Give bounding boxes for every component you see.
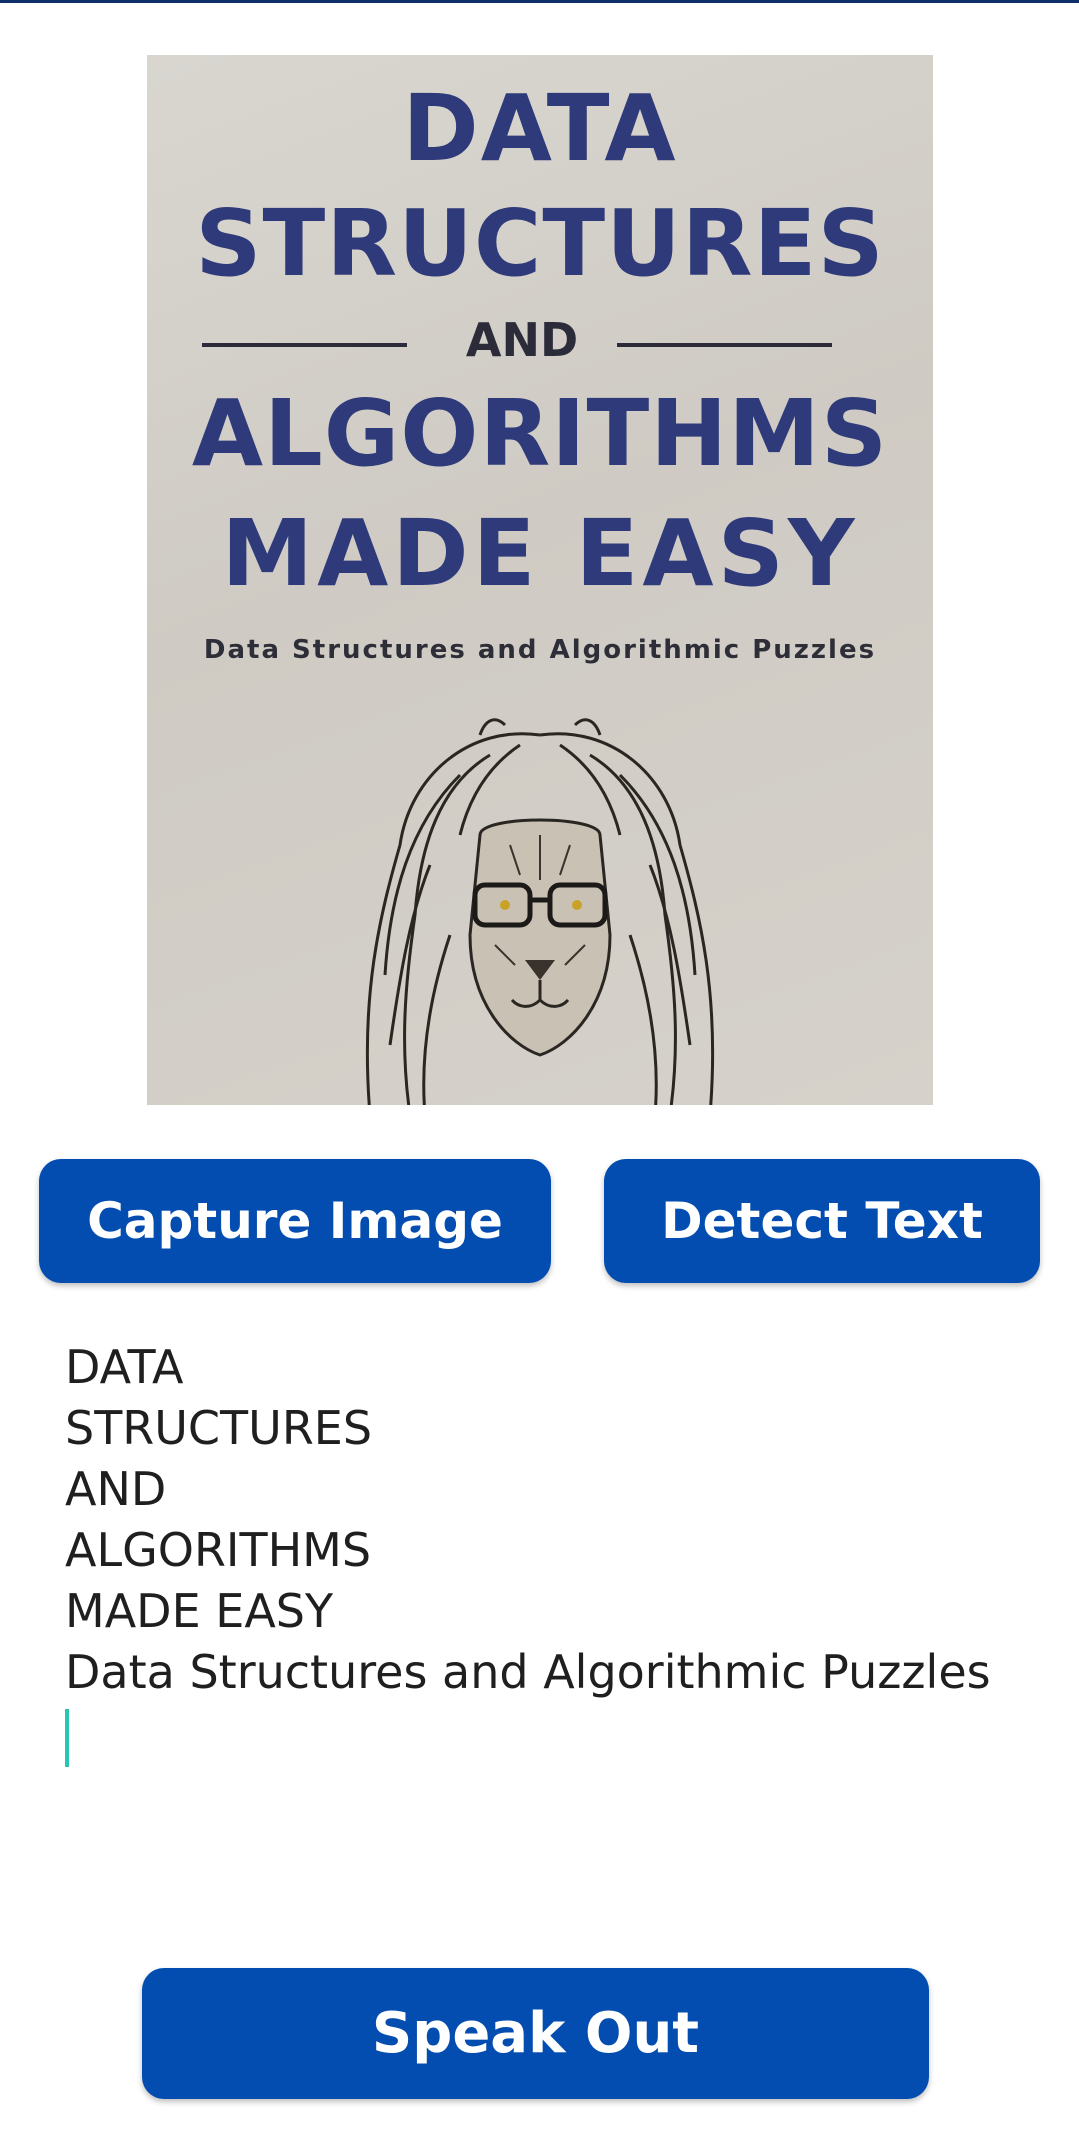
text-cursor xyxy=(65,1709,69,1767)
detected-text-line: MADE EASY xyxy=(65,1584,334,1638)
top-status-bar xyxy=(0,0,1079,3)
cover-title-line-2: STRUCTURES xyxy=(195,190,885,297)
cover-subtitle: Data Structures and Algorithmic Puzzles xyxy=(203,635,877,665)
detected-text-line: DATA xyxy=(65,1340,184,1394)
speak-out-button[interactable]: Speak Out xyxy=(142,1968,929,2099)
cover-title-line-1: DATA xyxy=(402,75,678,182)
cover-and-row: AND xyxy=(147,313,933,373)
detected-text-field[interactable]: DATA STRUCTURES AND ALGORITHMS MADE EASY… xyxy=(65,1337,1025,1797)
cover-divider-right xyxy=(617,343,832,347)
cover-divider-left xyxy=(202,343,407,347)
detected-text-line: AND xyxy=(65,1462,167,1516)
cover-title-line-5: MADE EASY xyxy=(221,500,859,607)
detect-text-button[interactable]: Detect Text xyxy=(604,1159,1040,1283)
detected-text-line: STRUCTURES xyxy=(65,1401,373,1455)
lion-illustration-icon xyxy=(365,718,715,1105)
detected-text-line: ALGORITHMS xyxy=(65,1523,372,1577)
detected-text-line: Data Structures and Algorithmic Puzzles xyxy=(65,1645,991,1699)
captured-book-cover-image: DATA STRUCTURES AND ALGORITHMS MADE EASY… xyxy=(147,55,933,1105)
capture-image-button[interactable]: Capture Image xyxy=(39,1159,551,1283)
cover-title-line-3: AND xyxy=(465,313,579,367)
cover-title-line-4: ALGORITHMS xyxy=(191,380,889,487)
